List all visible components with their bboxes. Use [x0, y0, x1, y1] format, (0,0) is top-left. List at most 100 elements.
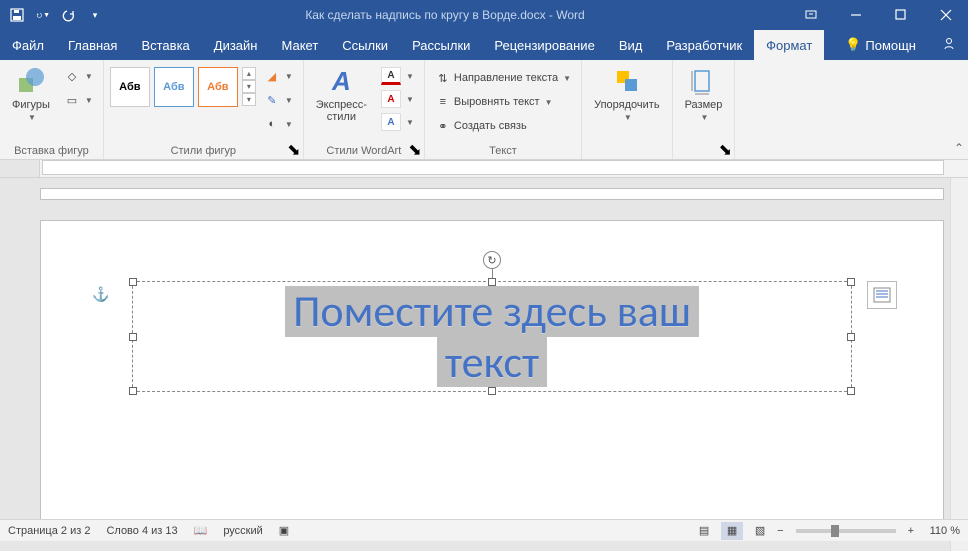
share-button[interactable] — [930, 37, 968, 54]
shape-effects-button[interactable]: ◐▼ — [260, 113, 297, 135]
group-text: ⇅Направление текста▼ ≡Выровнять текст▼ ⚭… — [425, 60, 582, 159]
tab-view[interactable]: Вид — [607, 30, 655, 60]
text-direction-icon: ⇅ — [435, 70, 451, 86]
group-insert-shapes: Фигуры ▼ ◇▼ ▭▼ Вставка фигур — [0, 60, 104, 159]
shape-style-3[interactable]: Абв — [198, 67, 238, 107]
style-scroll-down[interactable]: ▾ — [242, 80, 256, 93]
language-indicator[interactable]: русский — [223, 525, 262, 537]
resize-handle-bl[interactable] — [129, 387, 137, 395]
resize-handle-tl[interactable] — [129, 278, 137, 286]
resize-handle-bm[interactable] — [488, 387, 496, 395]
zoom-level[interactable]: 110 % — [920, 525, 960, 537]
resize-handle-tr[interactable] — [847, 278, 855, 286]
horizontal-ruler[interactable] — [0, 160, 968, 178]
text-fill-button[interactable]: A▼ — [377, 65, 418, 87]
page[interactable]: ⚓ ↻ Поместите здесь ваш текст — [40, 220, 944, 540]
tab-review[interactable]: Рецензирование — [482, 30, 606, 60]
title-bar: ▼ ▾ Как сделать надпись по кругу в Ворде… — [0, 0, 968, 30]
ribbon-tabs: Файл Главная Вставка Дизайн Макет Ссылки… — [0, 30, 968, 60]
macro-recording-icon[interactable]: ▣ — [279, 524, 289, 537]
wordart-text-line1[interactable]: Поместите здесь ваш — [285, 286, 699, 337]
tab-file[interactable]: Файл — [0, 30, 56, 60]
shape-fill-button[interactable]: ◢▼ — [260, 65, 297, 87]
web-layout-icon[interactable]: ▧ — [749, 522, 771, 540]
outline-icon: ✎ — [264, 92, 280, 108]
size-button[interactable]: Размер ▼ — [679, 63, 729, 124]
text-outline-button[interactable]: A▼ — [377, 88, 418, 110]
page-indicator[interactable]: Страница 2 из 2 — [8, 525, 90, 537]
close-icon[interactable] — [923, 0, 968, 30]
vertical-ruler[interactable] — [0, 178, 40, 551]
shapes-button[interactable]: Фигуры ▼ — [6, 63, 56, 124]
zoom-out-button[interactable]: − — [777, 525, 783, 537]
text-effects-icon: A — [381, 113, 401, 131]
ribbon: Фигуры ▼ ◇▼ ▭▼ Вставка фигур Абв Абв Абв… — [0, 60, 968, 160]
layout-options-button[interactable] — [867, 281, 897, 309]
collapse-ribbon-icon[interactable]: ⌃ — [954, 141, 964, 155]
edit-shape-button[interactable]: ◇▼ — [60, 65, 97, 87]
undo-icon[interactable]: ▼ — [36, 8, 50, 22]
document-area: ⚓ ↻ Поместите здесь ваш текст — [0, 178, 968, 551]
tell-me-label: Помощн — [865, 38, 916, 53]
arrange-button[interactable]: Упорядочить ▼ — [588, 63, 665, 124]
draw-textbox-button[interactable]: ▭▼ — [60, 89, 97, 111]
text-fill-icon: A — [381, 67, 401, 85]
document-title: Как сделать надпись по кругу в Ворде.doc… — [102, 8, 788, 22]
resize-handle-ml[interactable] — [129, 333, 137, 341]
size-icon — [687, 65, 719, 97]
status-bar: Страница 2 из 2 Слово 4 из 13 📖 русский … — [0, 519, 968, 541]
tab-design[interactable]: Дизайн — [202, 30, 270, 60]
tell-me-button[interactable]: 💡 Помощн — [831, 37, 930, 53]
wordart-text-line2[interactable]: текст — [437, 337, 547, 388]
shape-style-2[interactable]: Абв — [154, 67, 194, 107]
arrange-icon — [611, 65, 643, 97]
size-launcher[interactable]: ⬊ — [718, 143, 732, 157]
shape-outline-button[interactable]: ✎▼ — [260, 89, 297, 111]
create-link-button[interactable]: ⚭Создать связь — [431, 115, 575, 137]
align-text-button[interactable]: ≡Выровнять текст▼ — [431, 91, 575, 113]
read-mode-icon[interactable]: ▤ — [693, 522, 715, 540]
text-effects-button[interactable]: A▼ — [377, 111, 418, 133]
group-arrange: Упорядочить ▼ — [582, 60, 672, 159]
style-scroll-up[interactable]: ▴ — [242, 67, 256, 80]
minimize-icon[interactable] — [833, 0, 878, 30]
edit-shape-icon: ◇ — [64, 68, 80, 84]
tab-home[interactable]: Главная — [56, 30, 129, 60]
group-wordart-styles: A Экспресс- стили A▼ A▼ A▼ Стили WordArt… — [304, 60, 425, 159]
tab-developer[interactable]: Разработчик — [654, 30, 754, 60]
shape-style-1[interactable]: Абв — [110, 67, 150, 107]
wordart-styles-launcher[interactable]: ⬊ — [408, 143, 422, 157]
resize-handle-tm[interactable] — [488, 278, 496, 286]
rotate-handle[interactable]: ↻ — [483, 251, 501, 269]
ribbon-display-options-icon[interactable] — [788, 0, 833, 30]
redo-icon[interactable] — [62, 8, 76, 22]
previous-page-edge — [40, 188, 944, 200]
anchor-icon: ⚓ — [92, 286, 109, 303]
resize-handle-br[interactable] — [847, 387, 855, 395]
resize-handle-mr[interactable] — [847, 333, 855, 341]
wordart-object[interactable]: ⚓ ↻ Поместите здесь ваш текст — [132, 281, 852, 392]
tab-format[interactable]: Формат — [754, 30, 824, 60]
tab-references[interactable]: Ссылки — [330, 30, 400, 60]
save-icon[interactable] — [10, 8, 24, 22]
zoom-slider[interactable] — [796, 529, 896, 533]
tab-mailings[interactable]: Рассылки — [400, 30, 482, 60]
text-direction-button[interactable]: ⇅Направление текста▼ — [431, 67, 575, 89]
shape-styles-launcher[interactable]: ⬊ — [287, 143, 301, 157]
selection-box[interactable]: Поместите здесь ваш текст — [132, 281, 852, 392]
group-label-shape-styles: Стили фигур — [110, 143, 297, 159]
spellcheck-icon[interactable]: 📖 — [194, 524, 208, 537]
qat-customize-icon[interactable]: ▾ — [88, 8, 102, 22]
group-label-wordart: Стили WordArt — [310, 143, 418, 159]
quick-styles-icon: A — [325, 65, 357, 97]
quick-styles-button[interactable]: A Экспресс- стили — [310, 63, 373, 125]
vertical-scrollbar[interactable] — [950, 178, 968, 551]
maximize-icon[interactable] — [878, 0, 923, 30]
word-count[interactable]: Слово 4 из 13 — [106, 525, 177, 537]
tab-insert[interactable]: Вставка — [129, 30, 201, 60]
zoom-slider-thumb[interactable] — [831, 525, 839, 537]
tab-layout[interactable]: Макет — [269, 30, 330, 60]
style-gallery-expand[interactable]: ▾ — [242, 93, 256, 106]
print-layout-icon[interactable]: ▦ — [721, 522, 743, 540]
zoom-in-button[interactable]: + — [908, 525, 914, 537]
